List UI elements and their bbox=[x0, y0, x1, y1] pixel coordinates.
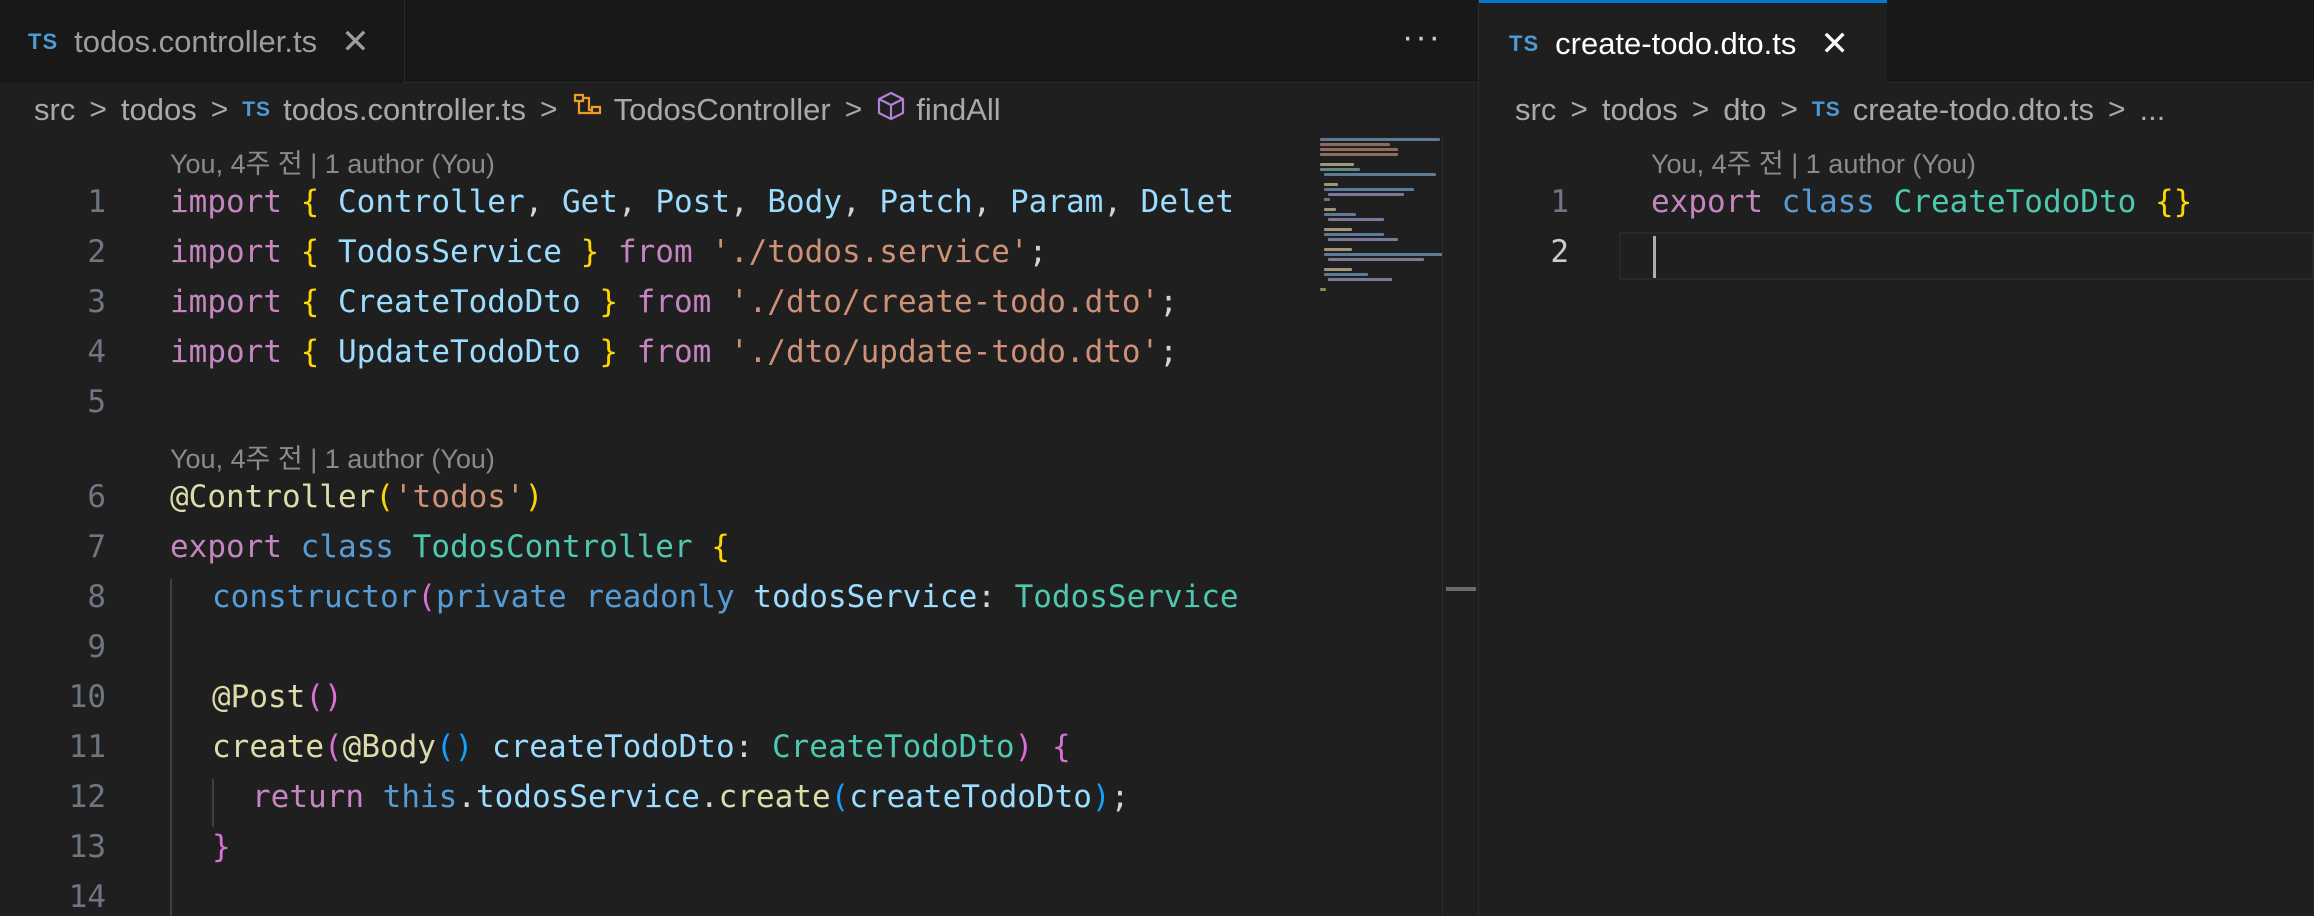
editor-group-right: TS create-todo.dto.ts ✕ src > todos > dt… bbox=[1478, 0, 2314, 916]
line-number: 6 bbox=[87, 479, 106, 515]
tab-bar-right: TS create-todo.dto.ts ✕ bbox=[1479, 0, 2314, 84]
tab-label: todos.controller.ts bbox=[74, 23, 318, 59]
chevron-right-icon: > bbox=[1570, 93, 1588, 126]
tab-label: create-todo.dto.ts bbox=[1555, 25, 1797, 61]
code-line-2[interactable]: import { TodosService } from './todos.se… bbox=[170, 234, 1047, 270]
breadcrumb-item-class[interactable]: TodosController bbox=[614, 92, 831, 128]
code-line-12[interactable]: return this.todosService.create(createTo… bbox=[252, 779, 1129, 815]
chevron-right-icon: > bbox=[540, 93, 558, 126]
line-number: 7 bbox=[87, 529, 106, 565]
breadcrumb-item-dto[interactable]: dto bbox=[1723, 92, 1766, 128]
breadcrumb: src > todos > TS todos.controller.ts > T… bbox=[34, 88, 1001, 132]
breadcrumb-item-todos[interactable]: todos bbox=[121, 92, 197, 128]
code-line-4[interactable]: import { UpdateTodoDto } from './dto/upd… bbox=[170, 334, 1178, 370]
line-number: 14 bbox=[68, 879, 106, 915]
line-number: 1 bbox=[87, 184, 106, 220]
code-line-1[interactable]: export class CreateTodoDto {} bbox=[1651, 184, 2192, 220]
line-number: 11 bbox=[68, 729, 106, 765]
breadcrumb-item-src[interactable]: src bbox=[1515, 92, 1556, 128]
code-line-11[interactable]: create(@Body() createTodoDto: CreateTodo… bbox=[212, 729, 1071, 765]
codelens-blame[interactable]: You, 4주 전 | 1 author (You) bbox=[1651, 142, 1976, 181]
code-line-13[interactable]: } bbox=[212, 829, 231, 865]
chevron-right-icon: > bbox=[1691, 93, 1710, 126]
line-number: 2 bbox=[87, 234, 106, 270]
line-number: 9 bbox=[87, 629, 106, 665]
code-line-6[interactable]: @Controller('todos') bbox=[170, 479, 543, 515]
more-actions-icon[interactable]: ··· bbox=[1402, 20, 1442, 54]
line-number: 1 bbox=[1550, 184, 1569, 220]
codelens-blame[interactable]: You, 4주 전 | 1 author (You) bbox=[170, 142, 495, 181]
code-line-1[interactable]: import { Controller, Get, Post, Body, Pa… bbox=[170, 184, 1310, 220]
chevron-right-icon: > bbox=[2107, 93, 2126, 126]
indent-guide bbox=[212, 779, 214, 827]
breadcrumb-item-file[interactable]: todos.controller.ts bbox=[283, 92, 526, 128]
chevron-right-icon: > bbox=[844, 93, 863, 126]
breadcrumb-item-src[interactable]: src bbox=[34, 92, 75, 128]
close-icon[interactable]: ✕ bbox=[1820, 27, 1849, 61]
close-icon[interactable]: ✕ bbox=[341, 25, 370, 59]
text-cursor bbox=[1653, 236, 1656, 278]
breadcrumb-item-todos[interactable]: todos bbox=[1602, 92, 1678, 128]
chevron-right-icon: > bbox=[210, 93, 229, 126]
class-symbol-icon bbox=[572, 91, 604, 129]
method-symbol-icon bbox=[876, 90, 906, 130]
breadcrumb-item-method[interactable]: findAll bbox=[916, 92, 1000, 128]
line-number: 5 bbox=[87, 384, 106, 420]
line-number: 12 bbox=[68, 779, 106, 815]
breadcrumb-item-more[interactable]: ... bbox=[2140, 92, 2166, 128]
code-line-7[interactable]: export class TodosController { bbox=[170, 529, 730, 565]
chevron-right-icon: > bbox=[1780, 93, 1798, 126]
code-line-10[interactable]: @Post() bbox=[212, 679, 343, 715]
typescript-file-icon: TS bbox=[242, 98, 272, 121]
typescript-file-icon: TS bbox=[1509, 30, 1540, 56]
line-number: 13 bbox=[68, 829, 106, 865]
code-line-3[interactable]: import { CreateTodoDto } from './dto/cre… bbox=[170, 284, 1178, 320]
breadcrumb: src > todos > dto > TS create-todo.dto.t… bbox=[1515, 88, 2165, 132]
codelens-blame[interactable]: You, 4주 전 | 1 author (You) bbox=[170, 437, 495, 476]
tab-bar-left: TS todos.controller.ts ✕ ··· bbox=[0, 0, 1478, 83]
vertical-scrollbar[interactable] bbox=[1442, 136, 1478, 916]
minimap[interactable] bbox=[1310, 136, 1444, 916]
indent-guide bbox=[170, 579, 172, 916]
tab-create-todo-dto[interactable]: TS create-todo.dto.ts ✕ bbox=[1479, 0, 1887, 84]
editor-group-left: TS todos.controller.ts ✕ ··· src > todos… bbox=[0, 0, 1478, 916]
code-line-8[interactable]: constructor(private readonly todosServic… bbox=[212, 579, 1310, 615]
chevron-right-icon: > bbox=[89, 93, 107, 126]
line-number: 3 bbox=[87, 284, 106, 320]
line-number: 8 bbox=[87, 579, 106, 615]
typescript-file-icon: TS bbox=[1811, 98, 1841, 121]
typescript-file-icon: TS bbox=[28, 28, 59, 54]
breadcrumb-item-file[interactable]: create-todo.dto.ts bbox=[1853, 92, 2094, 128]
current-line-highlight bbox=[1619, 232, 2314, 280]
line-number: 10 bbox=[68, 679, 106, 715]
tab-todos-controller[interactable]: TS todos.controller.ts ✕ bbox=[0, 0, 405, 83]
scrollbar-cursor-marker bbox=[1446, 587, 1476, 591]
line-number: 4 bbox=[87, 334, 106, 370]
line-number: 2 bbox=[1550, 234, 1569, 270]
